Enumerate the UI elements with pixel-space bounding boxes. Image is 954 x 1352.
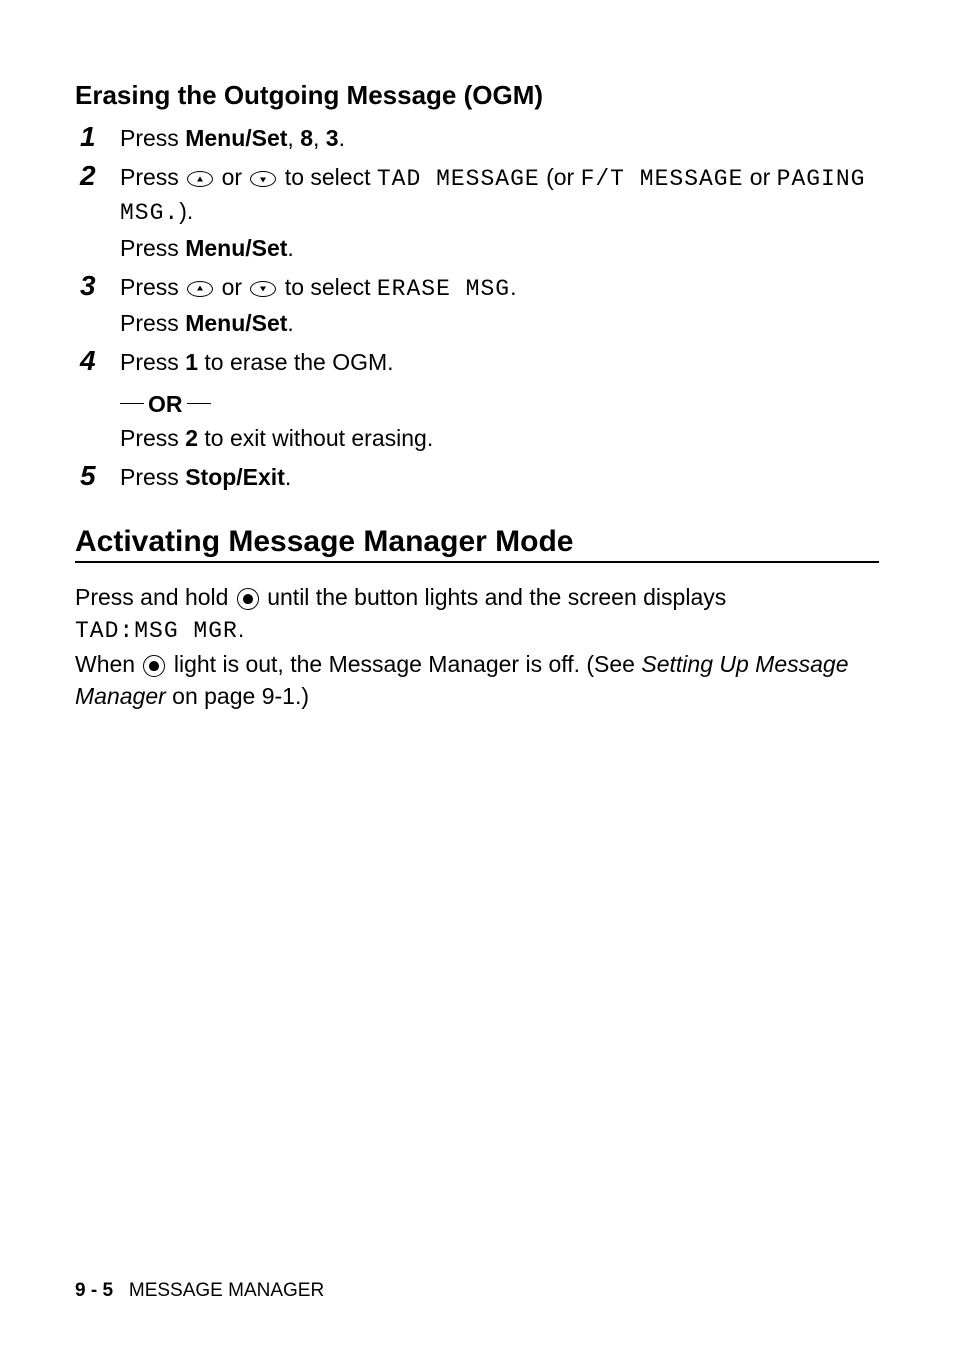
dash-icon — [120, 403, 144, 404]
step-text-bold: Stop/Exit — [185, 464, 285, 490]
step-text-bold: Menu/Set — [185, 125, 287, 151]
para-text: until the button lights and the screen d… — [261, 584, 726, 610]
para-text: Press and hold — [75, 584, 235, 610]
step-text: (or — [540, 164, 581, 190]
nav-down-icon — [250, 171, 276, 187]
step-line: Press or to select ERASE MSG. — [120, 271, 879, 305]
step-text: ). — [179, 198, 193, 224]
step-body: Press or to select TAD MESSAGE (or F/T M… — [115, 161, 879, 266]
para-text: on page 9-1.) — [166, 683, 309, 709]
step-text-mono: F/T MESSAGE — [581, 166, 744, 192]
step-line: Press Stop/Exit. — [120, 461, 879, 493]
step-text: Press — [120, 425, 185, 451]
step-text: Press — [120, 274, 185, 300]
step-text: . — [339, 125, 345, 151]
para-text: . — [238, 616, 244, 642]
footer-label: MESSAGE MANAGER — [129, 1280, 324, 1301]
step-text: . — [287, 310, 293, 336]
step-text: , — [287, 125, 300, 151]
step-text: Press — [120, 164, 185, 190]
step-text: . — [287, 235, 293, 261]
step-line: Press 2 to exit without erasing. — [120, 422, 879, 454]
step-text-bold: Menu/Set — [185, 310, 287, 336]
step-line: Press Menu/Set. — [120, 307, 879, 339]
step-line: OR — [120, 380, 879, 420]
step-item: 3Press or to select ERASE MSG.Press Menu… — [75, 270, 879, 341]
or-separator: OR — [120, 388, 211, 420]
step-body: Press Menu/Set, 8, 3. — [115, 122, 879, 156]
step-text-bold: 8 — [300, 125, 313, 151]
nav-up-icon — [187, 281, 213, 297]
step-text: Press — [120, 464, 185, 490]
step-item: 1Press Menu/Set, 8, 3. — [75, 121, 879, 156]
step-text-bold: 1 — [185, 349, 198, 375]
step-text-bold: Menu/Set — [185, 235, 287, 261]
or-text: OR — [148, 388, 183, 420]
nav-down-icon — [250, 281, 276, 297]
heading-divider — [75, 561, 879, 563]
step-text: or — [215, 164, 248, 190]
msg-mgr-button-icon — [237, 588, 259, 610]
page-number: 9 - 5 — [75, 1280, 113, 1301]
msg-mgr-button-icon — [143, 655, 165, 677]
step-text: Press — [120, 310, 185, 336]
page-footer: 9 - 5 MESSAGE MANAGER — [75, 1280, 324, 1302]
step-text: to erase the OGM. — [198, 349, 394, 375]
step-text: to select — [278, 164, 376, 190]
para-mono: TAD:MSG MGR — [75, 618, 238, 644]
step-line: Press Menu/Set, 8, 3. — [120, 122, 879, 154]
step-number: 5 — [75, 460, 115, 492]
step-text: or — [215, 274, 248, 300]
para-text: When — [75, 651, 141, 677]
steps-list: 1Press Menu/Set, 8, 3.2Press or to selec… — [75, 121, 879, 495]
step-text-bold: 3 — [326, 125, 339, 151]
step-line: Press 1 to erase the OGM. — [120, 346, 879, 378]
step-text: , — [313, 125, 326, 151]
step-number: 4 — [75, 345, 115, 377]
step-text: Press — [120, 235, 185, 261]
paragraph-activating: Press and hold until the button lights a… — [75, 581, 879, 712]
step-text: Press — [120, 125, 185, 151]
dash-icon — [187, 403, 211, 404]
step-body: Press or to select ERASE MSG.Press Menu/… — [115, 271, 879, 341]
nav-up-icon — [187, 171, 213, 187]
step-text-mono: TAD MESSAGE — [377, 166, 540, 192]
step-text-bold: 2 — [185, 425, 198, 451]
step-number: 3 — [75, 270, 115, 302]
step-line: Press or to select TAD MESSAGE (or F/T M… — [120, 161, 879, 229]
step-text: to select — [278, 274, 376, 300]
step-number: 2 — [75, 160, 115, 192]
step-text: to exit without erasing. — [198, 425, 433, 451]
para-text: light is out, the Message Manager is off… — [167, 651, 641, 677]
step-text: Press — [120, 349, 185, 375]
step-number: 1 — [75, 121, 115, 153]
step-body: Press Stop/Exit. — [115, 461, 879, 495]
step-item: 5Press Stop/Exit. — [75, 460, 879, 495]
step-text: or — [743, 164, 776, 190]
section-title-activating: Activating Message Manager Mode — [75, 525, 879, 559]
step-text-mono: ERASE MSG — [377, 276, 510, 302]
step-body: Press 1 to erase the OGM.ORPress 2 to ex… — [115, 346, 879, 456]
step-line: Press Menu/Set. — [120, 232, 879, 264]
step-item: 2Press or to select TAD MESSAGE (or F/T … — [75, 160, 879, 266]
step-item: 4Press 1 to erase the OGM.ORPress 2 to e… — [75, 345, 879, 456]
section-title-erasing: Erasing the Outgoing Message (OGM) — [75, 80, 879, 111]
step-text: . — [510, 274, 516, 300]
step-text: . — [285, 464, 291, 490]
